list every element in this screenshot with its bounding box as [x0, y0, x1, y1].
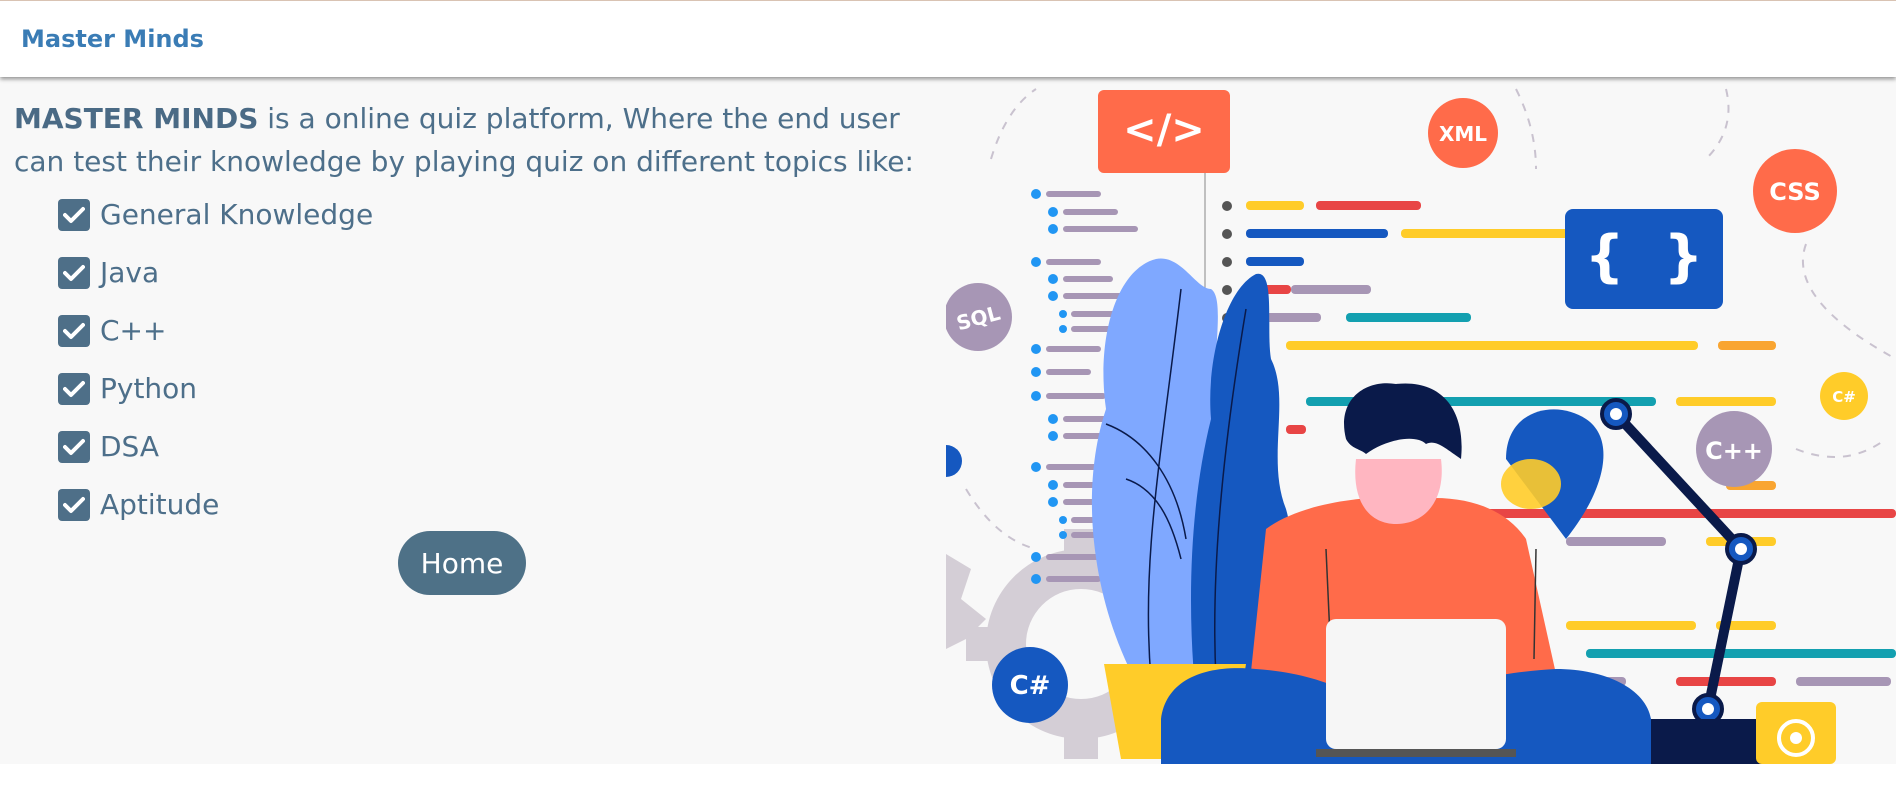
topic-label: General Knowledge: [100, 198, 374, 231]
footer-area: [0, 764, 1896, 798]
topic-item: Aptitude: [58, 487, 373, 545]
topic-label: Aptitude: [100, 488, 220, 521]
topic-item: General Knowledge: [58, 197, 373, 255]
code-badge-text: </>: [1123, 107, 1205, 153]
topic-label: DSA: [100, 430, 160, 463]
checkbox-checked-icon: [58, 257, 90, 289]
main-content: MASTER MINDS is a online quiz platform, …: [0, 79, 1896, 764]
topic-item: Python: [58, 371, 373, 429]
topic-item: C++: [58, 313, 373, 371]
topic-item: Java: [58, 255, 373, 313]
checkbox-checked-icon: [58, 489, 90, 521]
xml-badge-text: XML: [1439, 122, 1487, 146]
checkbox-checked-icon: [58, 315, 90, 347]
cpp-badge-text: C++: [1705, 437, 1763, 465]
topic-label: Python: [100, 372, 198, 405]
checkbox-checked-icon: [58, 373, 90, 405]
topic-item: DSA: [58, 429, 373, 487]
developer-illustration: </> { } XML CSS SQL C# C++ C#: [930, 88, 1896, 764]
checkbox-checked-icon: [58, 199, 90, 231]
home-button[interactable]: Home: [398, 531, 526, 595]
csharp-badge-text: C#: [1010, 671, 1051, 701]
topics-list: General Knowledge Java C++ Python DSA Ap…: [58, 197, 373, 545]
intro-text: MASTER MINDS is a online quiz platform, …: [14, 97, 934, 183]
intro-brand: MASTER MINDS: [14, 102, 259, 135]
css-badge-text: CSS: [1769, 178, 1821, 206]
brand-link[interactable]: Master Minds: [21, 25, 204, 53]
topic-label: C++: [100, 314, 167, 347]
braces-badge-text: { }: [1585, 224, 1704, 289]
checkbox-checked-icon: [58, 431, 90, 463]
navbar: Master Minds: [0, 0, 1896, 77]
hero-illustration: </> { } XML CSS SQL C# C++ C#: [930, 79, 1896, 764]
about-section: MASTER MINDS is a online quiz platform, …: [0, 79, 946, 764]
csharp-small-badge-text: C#: [1832, 388, 1856, 406]
topic-label: Java: [100, 256, 160, 289]
